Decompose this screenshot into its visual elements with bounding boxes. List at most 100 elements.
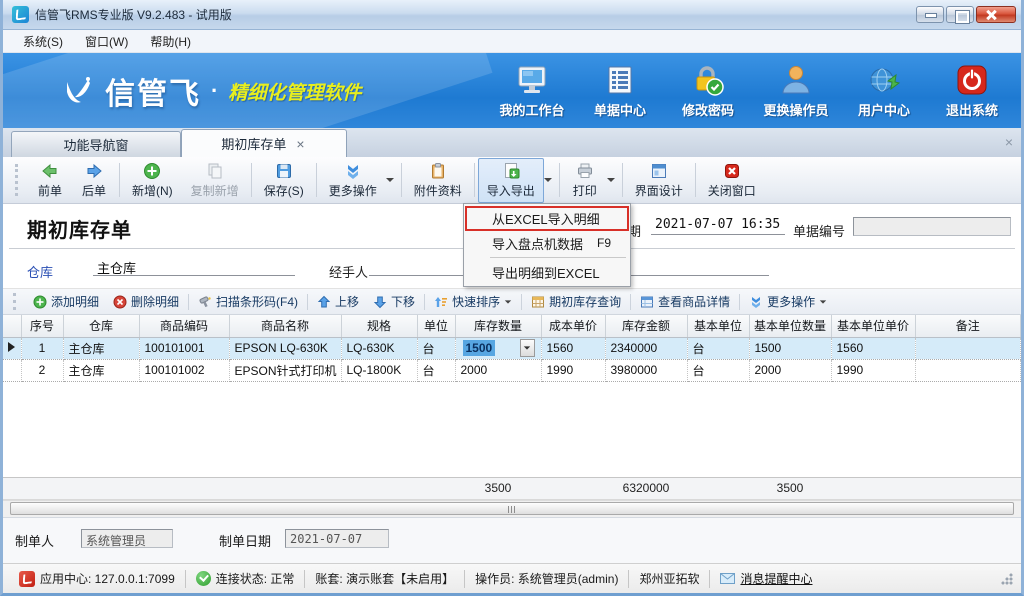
cell-dropdown-button[interactable]	[520, 339, 535, 357]
tab-strip: 功能导航窗 期初库存单 × ×	[3, 128, 1021, 157]
brand-swoosh-icon	[61, 74, 95, 108]
table-row[interactable]: 1 主仓库 100101001 EPSON LQ-630K LQ-630K 台 …	[3, 337, 1021, 359]
cell[interactable]: LQ-1800K	[341, 359, 417, 381]
view-product-detail-button[interactable]: 查看商品详情	[633, 291, 737, 312]
resize-grip[interactable]	[1001, 573, 1013, 585]
prev-bill-button[interactable]: 前单	[28, 158, 72, 203]
add-new-button[interactable]: 新增(N)	[123, 158, 182, 203]
dropdown-caret-icon[interactable]	[607, 178, 615, 182]
cell[interactable]: 1	[21, 337, 63, 359]
arrow-up-icon	[317, 295, 331, 309]
cell[interactable]: 1990	[831, 359, 915, 381]
move-down-button[interactable]: 下移	[366, 291, 422, 312]
horizontal-scrollbar[interactable]	[3, 500, 1021, 517]
user-center-button[interactable]: 用户中心	[845, 59, 923, 123]
opening-inventory-query-button[interactable]: 期初库存查询	[524, 291, 628, 312]
column-header[interactable]: 序号	[21, 315, 63, 337]
import-export-button[interactable]: 导入导出	[478, 158, 544, 203]
column-header[interactable]: 库存金额	[605, 315, 687, 337]
maximize-button[interactable]	[946, 6, 974, 23]
cell[interactable]: EPSON针式打印机	[229, 359, 341, 381]
ui-design-button[interactable]: 界面设计	[626, 158, 692, 203]
cell[interactable]: EPSON LQ-630K	[229, 337, 341, 359]
dropdown-caret-icon[interactable]	[544, 178, 552, 182]
quick-sort-button[interactable]: 快速排序	[427, 291, 519, 312]
toolbar-separator	[521, 294, 522, 310]
cell[interactable]: 2000	[455, 359, 541, 381]
move-up-button[interactable]: 上移	[310, 291, 366, 312]
cell[interactable]: 2000	[749, 359, 831, 381]
next-bill-button[interactable]: 后单	[72, 158, 116, 203]
column-header[interactable]: 规格	[341, 315, 417, 337]
tab-nav-window[interactable]: 功能导航窗	[11, 131, 181, 157]
minimize-button[interactable]	[916, 6, 944, 23]
column-header[interactable]: 基本单位数量	[749, 315, 831, 337]
column-header[interactable]: 基本单位	[687, 315, 749, 337]
column-header[interactable]: 基本单位单价	[831, 315, 915, 337]
dropdown-caret-icon[interactable]	[386, 178, 394, 182]
delete-detail-button[interactable]: 删除明细	[106, 291, 186, 312]
menu-item-export-to-excel[interactable]: 导出明细到EXCEL	[464, 260, 630, 284]
exit-system-button[interactable]: 退出系统	[933, 59, 1011, 123]
cell[interactable]: 3980000	[605, 359, 687, 381]
banner: 信管飞 · 精细化管理软件 我的工作台	[3, 53, 1021, 128]
billno-field[interactable]	[853, 217, 1011, 236]
column-header[interactable]: 单位	[417, 315, 455, 337]
column-header[interactable]: 商品编码	[139, 315, 229, 337]
warehouse-field[interactable]: 主仓库	[93, 258, 295, 276]
column-header[interactable]: 商品名称	[229, 315, 341, 337]
cell[interactable]: 1500	[749, 337, 831, 359]
menu-help[interactable]: 帮助(H)	[140, 30, 201, 53]
cell[interactable]: 台	[687, 359, 749, 381]
message-center-link[interactable]: 消息提醒中心	[740, 570, 812, 587]
table-row[interactable]: 2 主仓库 100101002 EPSON针式打印机 LQ-1800K 台 20…	[3, 359, 1021, 381]
menu-item-import-from-excel[interactable]: 从EXCEL导入明细	[465, 206, 629, 231]
button-label: 界面设计	[635, 182, 683, 199]
cell[interactable]: 2	[21, 359, 63, 381]
menu-window[interactable]: 窗口(W)	[75, 30, 138, 53]
cell[interactable]: LQ-630K	[341, 337, 417, 359]
close-window-button[interactable]: 关闭窗口	[699, 158, 765, 203]
cell[interactable]: 台	[417, 337, 455, 359]
cell[interactable]: 100101002	[139, 359, 229, 381]
print-button[interactable]: 打印	[563, 158, 607, 203]
more-actions-button[interactable]: 更多操作	[320, 158, 386, 203]
cell[interactable]: 主仓库	[63, 359, 139, 381]
attachments-button[interactable]: 附件资料	[405, 158, 471, 203]
cell[interactable]: 台	[417, 359, 455, 381]
cell[interactable]	[915, 359, 1021, 381]
column-header[interactable]: 库存数量	[455, 315, 541, 337]
grid-more-actions-button[interactable]: 更多操作	[742, 291, 834, 312]
cell[interactable]: 100101001	[139, 337, 229, 359]
cell[interactable]: 台	[687, 337, 749, 359]
workbench-button[interactable]: 我的工作台	[493, 59, 571, 123]
qty-edit-cell[interactable]: 1500	[455, 337, 541, 359]
cell[interactable]: 1990	[541, 359, 605, 381]
warehouse-label: 仓库	[27, 262, 53, 281]
tab-opening-inventory[interactable]: 期初库存单 ×	[181, 129, 347, 157]
cell[interactable]: 2340000	[605, 337, 687, 359]
cell[interactable]: 1560	[541, 337, 605, 359]
tabstrip-close-icon[interactable]: ×	[1005, 134, 1013, 150]
tab-close-icon[interactable]: ×	[294, 137, 306, 151]
cell[interactable]: 1560	[831, 337, 915, 359]
operator-text: 操作员: 系统管理员(admin)	[475, 570, 618, 587]
column-header[interactable]: 备注	[915, 315, 1021, 337]
column-header[interactable]: 成本单价	[541, 315, 605, 337]
button-label: 更多操作	[329, 182, 377, 199]
menu-system[interactable]: 系统(S)	[13, 30, 73, 53]
scan-barcode-button[interactable]: 扫描条形码(F4)	[191, 291, 305, 312]
cell[interactable]	[915, 337, 1021, 359]
change-password-button[interactable]: 修改密码	[669, 59, 747, 123]
scrollbar-thumb[interactable]	[10, 502, 1014, 515]
switch-operator-button[interactable]: 更换操作员	[757, 59, 835, 123]
add-detail-button[interactable]: 添加明细	[26, 291, 106, 312]
column-header[interactable]: 仓库	[63, 315, 139, 337]
menu-item-import-inventory-machine[interactable]: 导入盘点机数据 F9	[464, 231, 630, 255]
document-center-button[interactable]: 单据中心	[581, 59, 659, 123]
connection-text: 连接状态: 正常	[216, 570, 295, 587]
date-field[interactable]: 2021-07-07 16:35	[651, 217, 785, 235]
cell[interactable]: 主仓库	[63, 337, 139, 359]
save-button[interactable]: 保存(S)	[255, 158, 313, 203]
close-button[interactable]	[976, 6, 1016, 23]
